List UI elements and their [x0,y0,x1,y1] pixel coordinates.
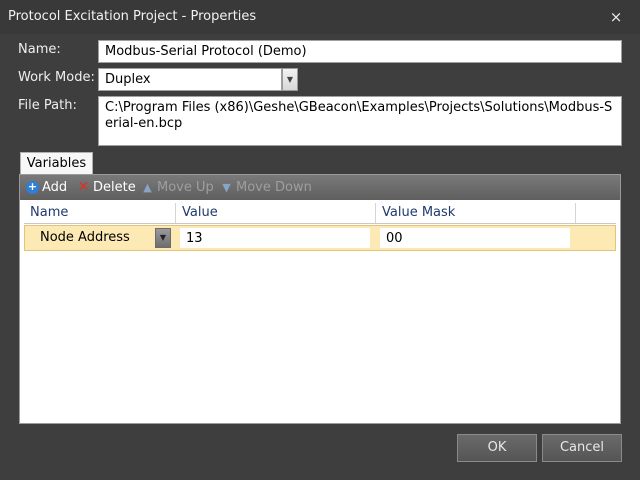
value-mask-input[interactable] [380,228,570,248]
arrow-up-icon: ▲ [143,181,152,194]
properties-dialog: Protocol Excitation Project - Properties… [0,0,640,480]
add-icon: + [26,180,39,194]
variables-panel: + Add ✕ Delete ▲ Move Up ▼ Move Down Nam… [19,174,621,424]
file-path-field[interactable]: C:\Program Files (x86)\Geshe\GBeacon\Exa… [98,96,622,146]
variables-toolbar: + Add ✕ Delete ▲ Move Up ▼ Move Down [20,175,620,200]
ok-button[interactable]: OK [457,434,537,462]
file-path-label: File Path: [18,98,77,113]
work-mode-select[interactable]: Duplex [98,68,282,91]
cell-value[interactable] [180,228,370,248]
move-up-label: Move Up [157,180,214,195]
chevron-down-icon[interactable]: ▼ [282,68,298,91]
delete-button[interactable]: ✕ Delete [77,179,136,196]
tab-variables[interactable]: Variables [20,152,93,175]
name-field[interactable] [99,41,621,62]
table-row[interactable]: Node Address ▼ [24,225,616,251]
name-field-box [98,40,622,63]
move-down-button[interactable]: ▼ Move Down [220,179,312,196]
name-label: Name: [18,42,61,57]
grid-header: Name Value Value Mask [24,203,616,224]
move-down-label: Move Down [236,180,312,195]
add-label: Add [42,180,68,195]
delete-icon: ✕ [77,179,90,195]
cancel-button[interactable]: Cancel [542,434,622,462]
column-header-name[interactable]: Name [24,203,176,223]
add-button[interactable]: + Add [26,179,67,196]
column-header-value-mask[interactable]: Value Mask [376,203,576,223]
work-mode-value: Duplex [105,72,151,87]
move-up-button[interactable]: ▲ Move Up [141,179,214,196]
work-mode-label: Work Mode: [18,70,95,85]
column-header-value[interactable]: Value [176,203,376,223]
value-input[interactable] [180,228,370,248]
cell-value-mask[interactable] [380,228,570,248]
delete-label: Delete [93,180,136,195]
close-icon[interactable]: × [604,6,628,28]
arrow-down-icon: ▼ [222,181,231,194]
window-title: Protocol Excitation Project - Properties [8,9,257,24]
chevron-down-icon[interactable]: ▼ [155,228,171,248]
cell-name[interactable]: Node Address [40,230,130,245]
title-bar[interactable]: Protocol Excitation Project - Properties… [0,0,640,34]
